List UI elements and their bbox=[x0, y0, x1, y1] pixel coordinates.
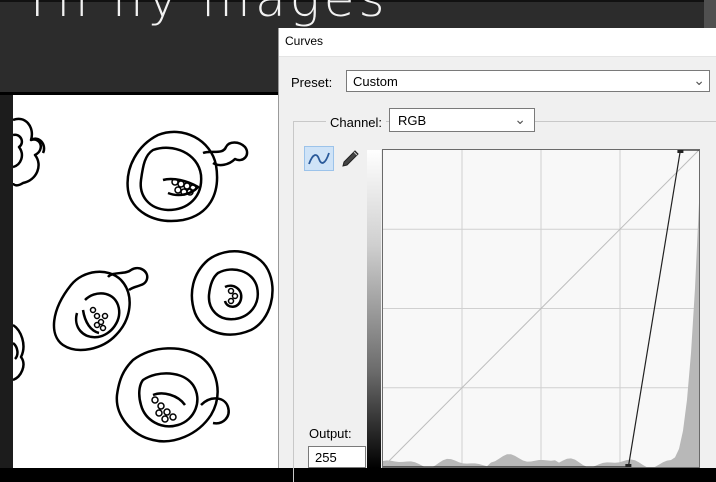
background-heading: Th lly illages bbox=[22, 0, 389, 28]
chevron-down-icon: ⌄ bbox=[693, 72, 705, 88]
curve-tool-button[interactable] bbox=[304, 146, 334, 171]
curves-dialog: Curves Preset: Custom ⌄ Channel: RGB ⌄ O… bbox=[278, 28, 716, 482]
preset-value: Custom bbox=[353, 74, 398, 89]
channel-select[interactable]: RGB ⌄ bbox=[389, 108, 535, 132]
channel-value: RGB bbox=[398, 113, 427, 128]
output-field[interactable]: 255 bbox=[308, 446, 366, 468]
pencil-tool-button[interactable] bbox=[339, 148, 361, 170]
pepper-artwork-canvas bbox=[13, 95, 278, 468]
curve-graph-svg bbox=[383, 150, 699, 467]
curve-control-point[interactable] bbox=[677, 150, 684, 153]
curve-icon bbox=[308, 152, 330, 165]
curve-control-point[interactable] bbox=[625, 464, 632, 467]
output-gradient-bar bbox=[367, 150, 381, 468]
curve-graph[interactable] bbox=[382, 149, 700, 468]
dialog-title: Curves bbox=[285, 34, 324, 48]
canvas-left-edge bbox=[0, 95, 13, 468]
pencil-icon bbox=[342, 150, 359, 167]
chevron-down-icon: ⌄ bbox=[514, 111, 526, 127]
preset-select[interactable]: Custom ⌄ bbox=[346, 70, 710, 92]
output-label: Output: bbox=[309, 426, 352, 441]
window-edge bbox=[704, 0, 716, 28]
pepper-drawings bbox=[13, 117, 274, 443]
preset-label: Preset: bbox=[291, 75, 333, 90]
channel-label: Channel: bbox=[326, 115, 387, 130]
output-value: 255 bbox=[315, 450, 337, 465]
dialog-titlebar[interactable]: Curves bbox=[279, 28, 716, 57]
